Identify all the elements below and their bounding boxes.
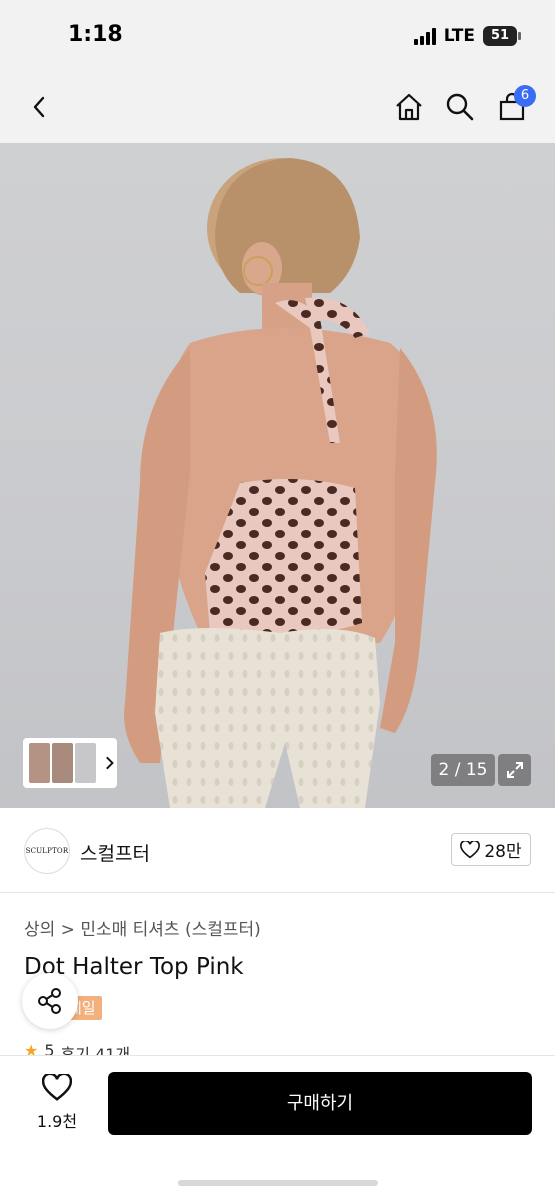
back-button[interactable]: [18, 85, 62, 129]
product-photo: [124, 158, 437, 808]
heart-icon: [41, 1072, 73, 1101]
brand-like-button[interactable]: 28만: [451, 833, 531, 866]
brand-logo[interactable]: SCULPTOR: [24, 828, 70, 874]
chevron-left-icon: [33, 96, 45, 118]
share-icon: [38, 988, 61, 1014]
brand-row: SCULPTOR 스컬프터 28만: [0, 808, 555, 893]
product-image[interactable]: 2 / 15: [0, 143, 555, 808]
status-indicators: LTE 51: [413, 26, 521, 46]
buy-button[interactable]: 구매하기: [108, 1072, 532, 1135]
image-counter: 2 / 15: [431, 754, 495, 786]
cart-button[interactable]: 6: [490, 85, 536, 129]
heart-icon: [460, 840, 481, 858]
brand-like-count: 28만: [484, 842, 522, 862]
expand-icon: [506, 762, 523, 778]
cart-count-badge: 6: [514, 85, 536, 107]
search-icon: [446, 93, 474, 121]
home-icon: [396, 93, 422, 121]
chevron-right-icon[interactable]: [102, 755, 117, 771]
wishlist-button[interactable]: 1.9천: [30, 1072, 84, 1132]
breadcrumb[interactable]: 상의 > 민소매 티셔츠 (스컬프터): [24, 915, 261, 940]
home-indicator: [178, 1180, 378, 1186]
gallery-thumbnails[interactable]: [23, 738, 117, 788]
expand-button[interactable]: [498, 754, 531, 786]
brand-name[interactable]: 스컬프터: [80, 839, 150, 866]
share-button[interactable]: [22, 973, 78, 1029]
wishlist-count: 1.9천: [36, 1112, 78, 1131]
status-bar: 1:18 LTE 51: [0, 0, 555, 75]
bottom-action-bar: 1.9천 구매하기: [0, 1055, 555, 1201]
status-time: 1:18: [68, 22, 123, 47]
thumbnail-image[interactable]: [29, 743, 50, 783]
network-label: LTE: [443, 26, 475, 46]
nav-bar: 6: [0, 75, 555, 143]
thumbnail-image[interactable]: [74, 743, 96, 783]
battery-icon: 51: [483, 26, 521, 46]
home-button[interactable]: [387, 85, 431, 129]
thumbnail-image[interactable]: [51, 743, 73, 783]
search-button[interactable]: [438, 85, 482, 129]
signal-icon: [413, 27, 436, 45]
